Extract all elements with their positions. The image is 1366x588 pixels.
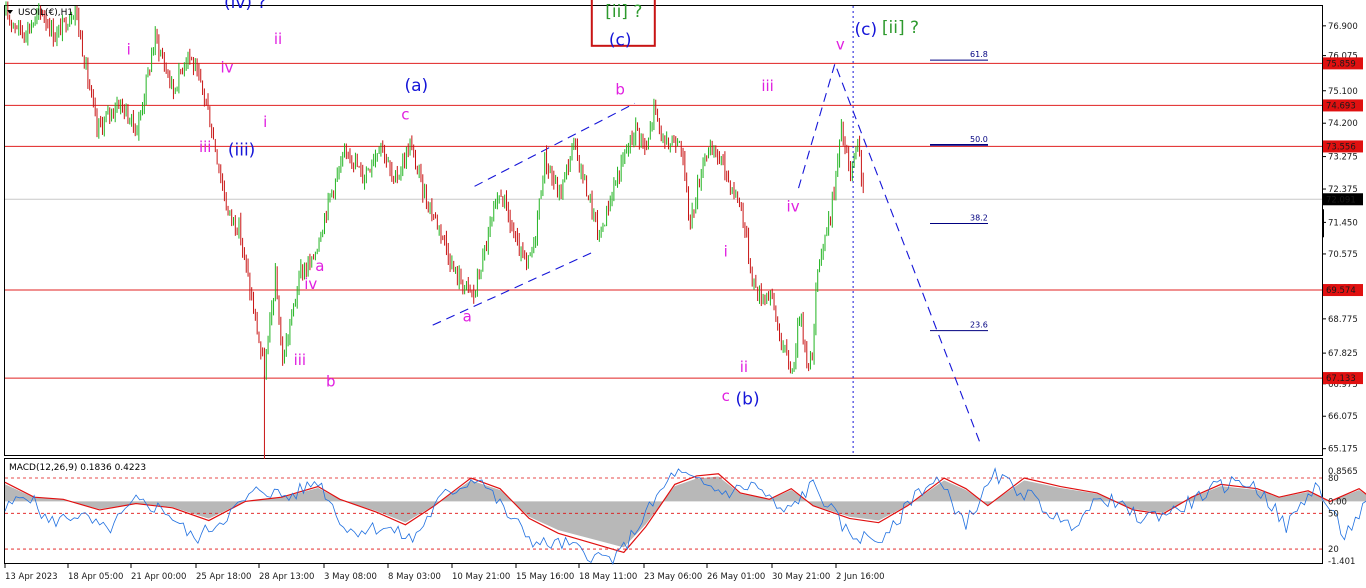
time-tick-label: 18 Apr 05:00 bbox=[68, 572, 123, 582]
price-tick-label: 65.175 bbox=[1328, 445, 1358, 455]
time-tick-label: 25 Apr 18:00 bbox=[196, 572, 251, 582]
macd-tick-label: 0.00 bbox=[1328, 497, 1347, 507]
price-tick-label: 71.450 bbox=[1328, 218, 1358, 228]
wave-label: [ii] ? bbox=[882, 18, 919, 38]
price-panel[interactable] bbox=[4, 5, 1323, 456]
time-tick-label: 8 May 03:00 bbox=[388, 572, 441, 582]
time-tick-label: 23 May 06:00 bbox=[644, 572, 702, 582]
wave-label: (c) bbox=[855, 20, 878, 40]
wave-label: ii bbox=[740, 358, 748, 376]
level-price-label: 74.693 bbox=[1326, 101, 1356, 111]
wave-label: iii bbox=[761, 77, 774, 95]
wave-label: iv bbox=[221, 59, 234, 77]
wave-label: (a) bbox=[404, 76, 428, 96]
wave-label: (iii) bbox=[228, 141, 255, 161]
wave-label: c bbox=[401, 106, 409, 124]
wave-label: b bbox=[615, 80, 625, 98]
macd-tick-label: 50 bbox=[1328, 509, 1339, 519]
time-tick-label: 3 May 08:00 bbox=[324, 572, 377, 582]
wave-label: i bbox=[263, 113, 267, 131]
level-price-label: 69.574 bbox=[1326, 286, 1356, 296]
price-tick-label: 66.075 bbox=[1328, 412, 1358, 422]
price-tick-label: 73.275 bbox=[1328, 153, 1358, 163]
level-price-label: 75.859 bbox=[1326, 59, 1356, 69]
price-tick-label: 67.825 bbox=[1328, 349, 1358, 359]
time-tick-label: 26 May 01:00 bbox=[707, 572, 765, 582]
time-axis[interactable]: 13 Apr 2023 18 Apr 05:00 21 Apr 00:00 25 Ap… bbox=[4, 564, 885, 582]
wave-label: b bbox=[326, 372, 336, 390]
wave-label: ii bbox=[274, 30, 282, 48]
current-price-label: 72.091 bbox=[1326, 195, 1356, 205]
wave-label: i bbox=[127, 41, 131, 59]
level-price-label: 73.556 bbox=[1326, 142, 1356, 152]
fib-label: 38.2 bbox=[970, 213, 988, 222]
wave-label: [ii] ? bbox=[605, 2, 642, 22]
wave-label: (iv) ? bbox=[224, 0, 266, 13]
time-tick-label: 13 Apr 2023 bbox=[5, 572, 58, 582]
time-tick-label: 21 Apr 00:00 bbox=[131, 572, 186, 582]
price-tick-label: 75.100 bbox=[1328, 87, 1358, 97]
chart-canvas: 61.850.038.223.6 (iv) ?iiviiiiii (iii)(a)… bbox=[4, 0, 1366, 582]
wave-label: c bbox=[722, 387, 730, 405]
time-tick-label: 15 May 16:00 bbox=[516, 572, 574, 582]
price-tick-label: 76.900 bbox=[1328, 22, 1358, 32]
price-axis[interactable]: 76.90076.07575.10074.20073.27572.37571.4… bbox=[1322, 22, 1363, 455]
wave-label: a bbox=[315, 257, 324, 275]
level-price-label: 67.133 bbox=[1326, 374, 1356, 384]
wave-label: (c) bbox=[609, 31, 632, 51]
fib-label: 50.0 bbox=[970, 135, 988, 144]
macd-tick-label: 20 bbox=[1328, 545, 1339, 555]
time-tick-label: 2 Jun 16:00 bbox=[836, 572, 885, 582]
price-tick-label: 74.200 bbox=[1328, 119, 1358, 129]
symbol-label: USOIL(€),H1 bbox=[18, 8, 73, 18]
fib-label: 61.8 bbox=[970, 50, 988, 59]
price-tick-label: 70.575 bbox=[1328, 250, 1358, 260]
wave-label: v bbox=[836, 35, 845, 53]
wave-label: iii bbox=[294, 351, 307, 369]
macd-tick-label: 80 bbox=[1328, 474, 1339, 484]
wave-label: a bbox=[463, 308, 472, 326]
time-tick-label: 28 Apr 13:00 bbox=[259, 572, 314, 582]
wave-label: iii bbox=[199, 138, 212, 156]
wave-label: iv bbox=[304, 275, 317, 293]
macd-title: MACD(12,26,9) 0.1836 0.4223 bbox=[9, 463, 146, 473]
wave-label: iv bbox=[787, 198, 800, 216]
wave-label: i bbox=[724, 243, 728, 261]
time-tick-label: 10 May 21:00 bbox=[452, 572, 510, 582]
time-tick-label: 18 May 11:00 bbox=[579, 572, 637, 582]
macd-tick-label: -1.401 bbox=[1328, 557, 1355, 567]
price-tick-label: 68.775 bbox=[1328, 315, 1358, 325]
time-tick-label: 30 May 21:00 bbox=[772, 572, 830, 582]
fib-label: 23.6 bbox=[970, 321, 988, 330]
wave-label: (b) bbox=[736, 390, 760, 410]
